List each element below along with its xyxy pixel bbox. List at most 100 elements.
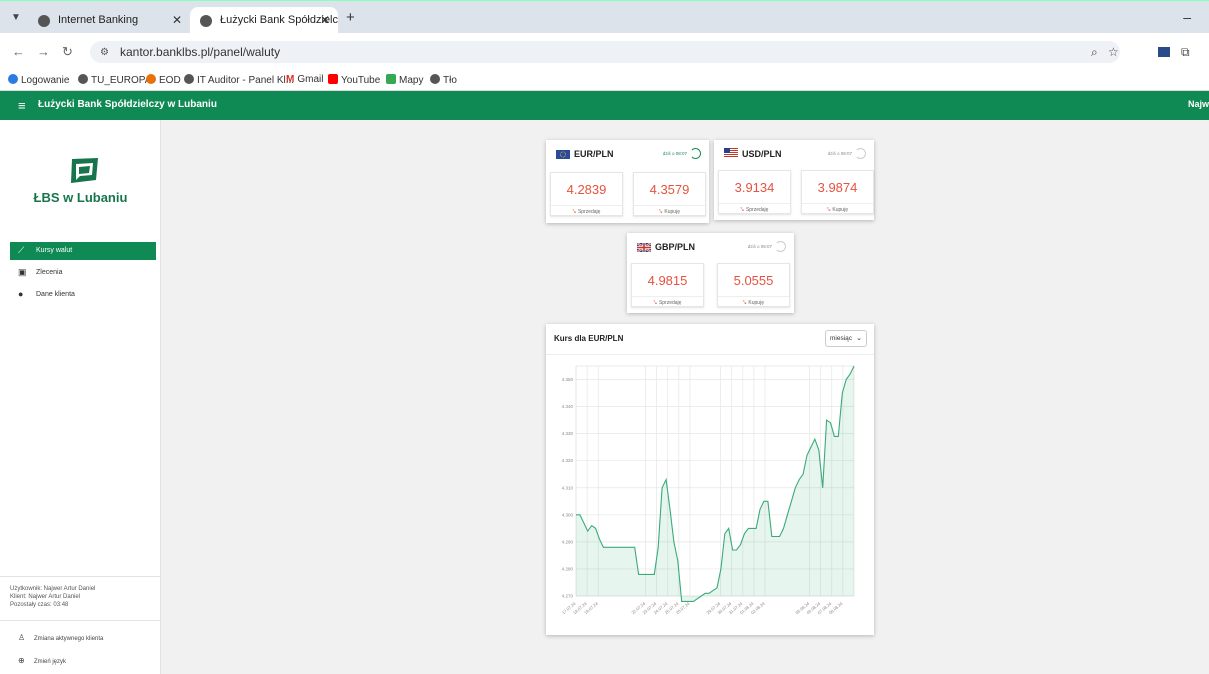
rate-card-usd-pln[interactable]: USD/PLN dziś o 08:07 3.9134 ⤥ Sprzedaję 3… — [714, 140, 874, 220]
globe-icon — [38, 15, 50, 27]
sell-rate-box[interactable]: 4.2839 ⤥ Sprzedaję — [550, 172, 623, 216]
bookmark-it-auditor[interactable]: IT Auditor - Panel Kl... — [184, 74, 294, 86]
bookmark-icon — [146, 74, 156, 84]
rate-card-eur-pln[interactable]: EUR/PLN dziś o 08:07 4.2839 ⤥ Sprzedaję 4… — [546, 140, 709, 223]
buy-rate: 3.9874 — [817, 180, 858, 195]
buy-rate: 5.0555 — [733, 273, 774, 288]
divider — [0, 620, 161, 621]
address-bar: ← → ↻ ⚙ kantor.banklbs.pl/panel/waluty ⌕… — [0, 33, 1209, 70]
sell-rate-box[interactable]: 4.9815 ⤥ Sprzedaję — [631, 263, 704, 307]
bookmark-youtube[interactable]: YouTube — [328, 74, 380, 86]
change-language-link[interactable]: ⊕ Zmień język — [18, 656, 66, 665]
globe-icon — [184, 74, 194, 84]
gmail-icon: M — [286, 74, 295, 85]
buy-label: ⤥ Kupuję — [718, 296, 789, 308]
tab-search-icon[interactable]: ▼ — [8, 10, 24, 26]
change-client-link[interactable]: ♙ Zmiana aktywnego klienta — [18, 633, 103, 642]
app-header: ≡ Łużycki Bank Spółdzielczy w Lubaniu Na… — [0, 91, 1209, 120]
y-tick-label: 4.330 — [562, 431, 574, 436]
y-tick-label: 4.280 — [562, 566, 574, 571]
sell-label: ⤥ Sprzedaję — [632, 296, 703, 308]
reload-icon[interactable]: ↻ — [62, 44, 73, 60]
menu-item-kursy-walut[interactable]: ⟋ Kursy walut — [10, 242, 156, 260]
maps-icon — [386, 74, 396, 84]
updated-time: dziś o 08:07 — [662, 151, 687, 156]
extensions-puzzle-icon[interactable]: ⧉ — [1181, 45, 1190, 60]
trending-icon: ⟋ — [18, 245, 25, 255]
bookmark-tu-europa[interactable]: TU_EUROPA — [78, 74, 151, 86]
card-header: EUR/PLN dziś o 08:07 — [546, 140, 709, 168]
rate-card-gbp-pln[interactable]: GBP/PLN dziś o 08:07 4.9815 ⤥ Sprzedaję 5… — [627, 233, 794, 313]
url-input[interactable]: ⚙ kantor.banklbs.pl/panel/waluty — [90, 41, 1120, 63]
range-select[interactable]: miesiąc ⌄ — [825, 330, 867, 347]
browser-tab-bar: ▼ Internet Banking ✕ Łużycki Bank Spółdz… — [0, 0, 1209, 34]
zoom-icon[interactable]: ⌕ — [1091, 45, 1098, 60]
youtube-icon — [328, 74, 338, 84]
y-tick-label: 4.290 — [562, 539, 574, 544]
menu-item-dane-klienta[interactable]: ● Dane klienta — [10, 286, 156, 304]
sidebar: ŁBS w Lubaniu ⟋ Kursy walut ▣ Zlecenia ●… — [0, 120, 161, 674]
bookmark-mapy[interactable]: Mapy — [386, 74, 423, 86]
trend-down-icon: ⤥ — [572, 209, 576, 215]
bookmark-eod[interactable]: EOD — [146, 74, 181, 86]
bookmarks-bar: Logowanie TU_EUROPA EOD IT Auditor - Pan… — [0, 70, 1209, 91]
url-text: kantor.banklbs.pl/panel/waluty — [120, 45, 281, 59]
minimize-icon[interactable]: – — [1183, 9, 1191, 25]
close-tab-icon[interactable]: ✕ — [320, 13, 330, 27]
card-header: USD/PLN dziś o 08:07 — [714, 140, 874, 168]
person-outline-icon: ♙ — [18, 633, 26, 642]
trend-down-icon: ⤥ — [743, 300, 747, 306]
buy-rate-box[interactable]: 5.0555 ⤥ Kupuję — [717, 263, 790, 307]
hamburger-menu-icon[interactable]: ≡ — [18, 98, 26, 113]
tab-bank-active[interactable]: Łużycki Bank Spółdzielczy w Lub ✕ — [190, 7, 338, 34]
forward-icon[interactable]: → — [37, 44, 50, 59]
y-tick-label: 4.270 — [562, 594, 574, 599]
tab-label: Internet Banking — [58, 14, 139, 26]
refresh-spinner-icon — [690, 148, 701, 159]
y-tick-label: 4.310 — [562, 485, 574, 490]
sell-rate: 4.2839 — [566, 182, 607, 197]
y-tick-label: 4.350 — [562, 377, 574, 382]
currency-pair: GBP/PLN — [655, 242, 696, 252]
updated-time: dziś o 08:07 — [747, 244, 772, 249]
extension-icon[interactable] — [1158, 47, 1170, 57]
sell-rate-box[interactable]: 3.9134 ⤥ Sprzedaję — [718, 170, 791, 214]
chart-card: Kurs dla EUR/PLN miesiąc ⌄ 4.270 4.280 4.2… — [546, 324, 874, 635]
user-menu[interactable]: Najw — [1188, 99, 1209, 109]
buy-rate-box[interactable]: 4.3579 ⤥ Kupuję — [633, 172, 706, 216]
updated-time: dziś o 08:07 — [827, 151, 852, 156]
user-line: Użytkownik: Najwer Artur Daniel — [10, 586, 96, 592]
back-icon[interactable]: ← — [12, 44, 25, 59]
globe-icon — [200, 15, 212, 27]
currency-pair: USD/PLN — [742, 149, 782, 159]
buy-label: ⤥ Kupuję — [802, 203, 873, 215]
client-line: Klient: Najwer Artur Daniel — [10, 594, 81, 600]
bookmark-star-icon[interactable]: ☆ — [1108, 45, 1119, 59]
menu-item-zlecenia[interactable]: ▣ Zlecenia — [10, 264, 156, 282]
sell-rate: 3.9134 — [734, 180, 775, 195]
chevron-down-icon: ⌄ — [856, 335, 862, 342]
trend-down-icon: ⤥ — [659, 209, 663, 215]
currency-pair: EUR/PLN — [574, 149, 614, 159]
sell-label: ⤥ Sprzedaję — [719, 203, 790, 215]
sell-rate: 4.9815 — [647, 273, 688, 288]
sell-label: ⤥ Sprzedaję — [551, 205, 622, 217]
logo-text: ŁBS w Lubaniu — [33, 190, 128, 205]
bookmark-logowanie[interactable]: Logowanie — [8, 74, 69, 86]
buy-rate-box[interactable]: 3.9874 ⤥ Kupuję — [801, 170, 874, 214]
y-tick-label: 4.320 — [562, 458, 574, 463]
session-time: Pozostały czas: 03:48 — [10, 602, 69, 608]
session-info: Użytkownik: Najwer Artur Daniel Klient: … — [0, 576, 161, 609]
globe-icon — [430, 74, 440, 84]
trend-down-icon: ⤥ — [653, 300, 657, 306]
new-tab-icon[interactable]: + — [346, 9, 355, 26]
exchange-rate-chart[interactable]: 4.270 4.280 4.290 4.300 4.310 4.320 4.330 4.340… — [546, 360, 874, 630]
bookmark-gmail[interactable]: M Gmail — [286, 74, 323, 85]
site-info-icon[interactable]: ⚙ — [100, 47, 109, 58]
tab-internet-banking[interactable]: Internet Banking ✕ — [28, 7, 190, 34]
divider — [546, 354, 874, 355]
y-tick-label: 4.340 — [562, 404, 574, 409]
globe-icon: ⊕ — [18, 656, 25, 665]
close-tab-icon[interactable]: ✕ — [172, 13, 182, 27]
bookmark-tlo[interactable]: Tło — [430, 74, 457, 86]
